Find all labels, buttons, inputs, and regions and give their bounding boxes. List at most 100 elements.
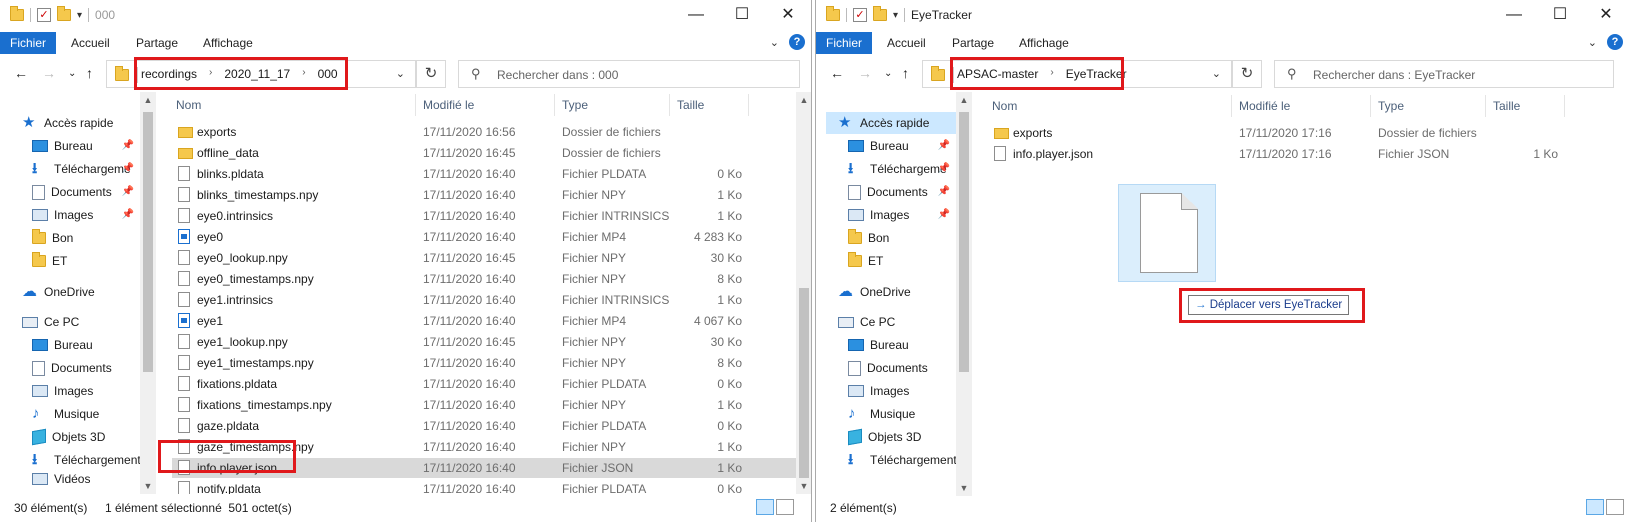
file-row[interactable]: blinks_timestamps.npy 17/11/2020 16:40 Fic…: [172, 185, 796, 205]
scroll-up-icon[interactable]: ▲: [140, 92, 156, 108]
expand-ribbon-chevron-icon[interactable]: ⌄: [770, 36, 779, 49]
file-row[interactable]: exports 17/11/2020 17:16 Dossier de fichie…: [988, 123, 1618, 143]
address-history-chevron-icon[interactable]: ⌄: [396, 67, 405, 80]
nav-item-images[interactable]: Images 📌: [848, 204, 966, 226]
nav-scrollbar[interactable]: ▲ ▼: [956, 92, 972, 496]
help-icon[interactable]: ?: [1607, 34, 1623, 50]
file-row[interactable]: fixations_timestamps.npy 17/11/2020 16:40…: [172, 395, 796, 415]
file-row[interactable]: eye0_timestamps.npy 17/11/2020 16:40 Fichi…: [172, 269, 796, 289]
file-row[interactable]: eye1 17/11/2020 16:40 Fichier MP4 4 067 Ko: [172, 311, 796, 331]
back-arrow-icon[interactable]: ←: [14, 65, 28, 81]
file-row[interactable]: gaze.pldata 17/11/2020 16:40 Fichier PLDAT…: [172, 416, 796, 436]
breadcrumb-separator-icon[interactable]: ›: [1050, 67, 1053, 81]
column-modified[interactable]: Modifié le: [1239, 99, 1290, 113]
address-bar[interactable]: recordings › 2020_11_17 › 000 ⌄: [106, 60, 416, 88]
nav-quick-access[interactable]: ★ Accès rapide: [22, 112, 113, 134]
large-icons-view-button[interactable]: [776, 499, 794, 515]
file-row[interactable]: exports 17/11/2020 16:56 Dossier de fichie…: [172, 122, 796, 142]
new-folder-icon[interactable]: [57, 6, 71, 21]
properties-icon[interactable]: ✓: [37, 8, 51, 22]
nav-pc-objets-3d[interactable]: Objets 3D: [848, 426, 921, 448]
breadcrumb-eyetracker[interactable]: EyeTracker: [1066, 67, 1127, 81]
search-box[interactable]: ⚲ Rechercher dans : 000: [458, 60, 800, 88]
minimize-button[interactable]: —: [1491, 0, 1537, 30]
refresh-button[interactable]: ↻: [1232, 60, 1262, 88]
recent-locations-chevron-icon[interactable]: ⌄: [68, 68, 76, 79]
nav-pc-documents[interactable]: Documents: [848, 357, 928, 379]
nav-this-pc[interactable]: Ce PC: [838, 311, 895, 333]
customize-toolbar-chevron-icon[interactable]: ▾: [893, 10, 898, 21]
minimize-button[interactable]: —: [673, 0, 719, 30]
nav-item-bon[interactable]: Bon: [848, 227, 889, 249]
nav-onedrive[interactable]: ☁ OneDrive: [838, 281, 911, 303]
maximize-button[interactable]: ☐: [719, 0, 765, 30]
close-button[interactable]: ✕: [1583, 0, 1629, 30]
file-row[interactable]: eye0 17/11/2020 16:40 Fichier MP4 4 283 Ko: [172, 227, 796, 247]
file-row[interactable]: eye1_lookup.npy 17/11/2020 16:45 Fichier N…: [172, 332, 796, 352]
nav-item-et[interactable]: ET: [32, 250, 67, 272]
tab-partage[interactable]: Partage: [952, 32, 994, 54]
file-row[interactable]: eye0_lookup.npy 17/11/2020 16:45 Fichier N…: [172, 248, 796, 268]
nav-pc-images[interactable]: Images: [848, 380, 909, 402]
back-arrow-icon[interactable]: ←: [830, 65, 844, 81]
nav-pc-musique[interactable]: ♪ Musique: [32, 403, 99, 425]
scroll-thumb[interactable]: [799, 288, 809, 478]
customize-toolbar-chevron-icon[interactable]: ▾: [77, 10, 82, 21]
column-modified[interactable]: Modifié le: [423, 98, 474, 112]
forward-arrow-icon[interactable]: →: [858, 65, 872, 81]
breadcrumb-separator-icon[interactable]: ›: [209, 67, 212, 81]
nav-pc-images[interactable]: Images: [32, 380, 93, 402]
file-row[interactable]: blinks.pldata 17/11/2020 16:40 Fichier PLD…: [172, 164, 796, 184]
tab-fichier[interactable]: Fichier: [816, 32, 872, 54]
new-folder-icon[interactable]: [873, 6, 887, 21]
nav-pc-documents[interactable]: Documents: [32, 357, 112, 379]
nav-item-bureau[interactable]: Bureau 📌: [32, 135, 150, 157]
nav-pc-bureau[interactable]: Bureau: [848, 334, 909, 356]
help-icon[interactable]: ?: [789, 34, 805, 50]
file-row[interactable]: eye1.intrinsics 17/11/2020 16:40 Fichier I…: [172, 290, 796, 310]
nav-pc-objets-3d[interactable]: Objets 3D: [32, 426, 105, 448]
tab-affichage[interactable]: Affichage: [1019, 32, 1069, 54]
scroll-up-icon[interactable]: ▲: [796, 92, 811, 108]
nav-item-bureau[interactable]: Bureau 📌: [848, 135, 966, 157]
nav-this-pc[interactable]: Ce PC: [22, 311, 79, 333]
column-size[interactable]: Taille: [1493, 99, 1520, 113]
breadcrumb-2020_11_17[interactable]: 2020_11_17: [224, 67, 290, 81]
address-bar[interactable]: APSAC-master › EyeTracker ⌄: [922, 60, 1232, 88]
up-arrow-icon[interactable]: ↑: [86, 65, 93, 81]
nav-item-et[interactable]: ET: [848, 250, 883, 272]
nav-pc-bureau[interactable]: Bureau: [32, 334, 93, 356]
nav-pc-videos[interactable]: Vidéos: [32, 472, 90, 486]
scroll-down-icon[interactable]: ▼: [140, 478, 156, 494]
file-row[interactable]: info.player.json 17/11/2020 16:40 Fichier …: [172, 458, 796, 478]
nav-item-bon[interactable]: Bon: [32, 227, 73, 249]
properties-icon[interactable]: ✓: [853, 8, 867, 22]
column-size[interactable]: Taille: [677, 98, 704, 112]
scroll-up-icon[interactable]: ▲: [956, 92, 972, 108]
nav-item-telechargements[interactable]: ⭳ Téléchargeme 📌: [32, 158, 150, 180]
nav-quick-access[interactable]: ★ Accès rapide: [826, 112, 966, 134]
column-name[interactable]: Nom: [992, 99, 1017, 113]
tab-fichier[interactable]: Fichier: [0, 32, 56, 54]
file-row[interactable]: fixations.pldata 17/11/2020 16:40 Fichier …: [172, 374, 796, 394]
column-name[interactable]: Nom: [176, 98, 201, 112]
large-icons-view-button[interactable]: [1606, 499, 1624, 515]
nav-onedrive[interactable]: ☁ OneDrive: [22, 281, 95, 303]
file-row[interactable]: info.player.json 17/11/2020 17:16 Fichier …: [988, 144, 1618, 164]
expand-ribbon-chevron-icon[interactable]: ⌄: [1588, 36, 1597, 49]
column-type[interactable]: Type: [562, 98, 588, 112]
breadcrumb-000[interactable]: 000: [318, 67, 338, 81]
column-type[interactable]: Type: [1378, 99, 1404, 113]
scroll-down-icon[interactable]: ▼: [796, 478, 811, 494]
file-row[interactable]: eye1_timestamps.npy 17/11/2020 16:40 Fichi…: [172, 353, 796, 373]
file-list-scrollbar[interactable]: ▲ ▼: [796, 92, 811, 494]
nav-pc-musique[interactable]: ♪ Musique: [848, 403, 915, 425]
tab-affichage[interactable]: Affichage: [203, 32, 253, 54]
refresh-button[interactable]: ↻: [416, 60, 446, 88]
nav-item-telechargements[interactable]: ⭳ Téléchargeme 📌: [848, 158, 966, 180]
file-row[interactable]: gaze_timestamps.npy 17/11/2020 16:40 Fichi…: [172, 437, 796, 457]
file-row[interactable]: offline_data 17/11/2020 16:45 Dossier de f…: [172, 143, 796, 163]
scroll-thumb[interactable]: [143, 112, 153, 372]
breadcrumb-separator-icon[interactable]: ›: [302, 67, 305, 81]
breadcrumb-apsac-master[interactable]: APSAC-master: [957, 67, 1038, 81]
